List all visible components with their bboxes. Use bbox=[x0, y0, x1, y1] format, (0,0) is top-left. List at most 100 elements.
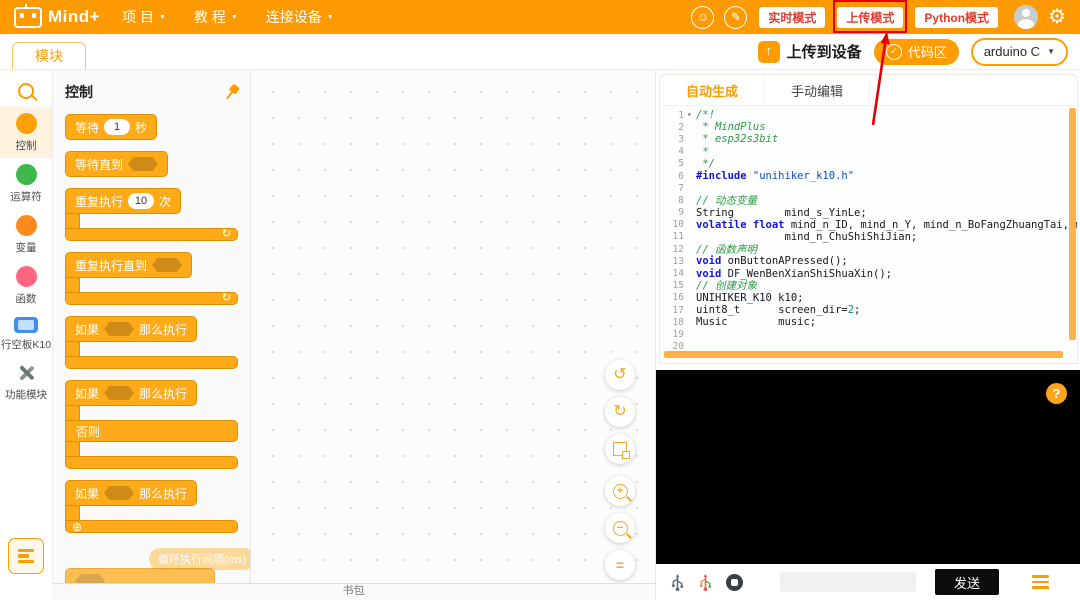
zoom-out-icon: − bbox=[612, 520, 628, 536]
mindplus-logo[interactable]: Mind+ bbox=[14, 3, 101, 28]
tab-modules[interactable]: 模块 bbox=[12, 42, 86, 69]
realtime-mode-button[interactable]: 实时模式 bbox=[759, 6, 826, 28]
search-button[interactable] bbox=[18, 70, 34, 107]
code-area-label: 代码区 bbox=[907, 45, 947, 60]
block-repeat-until[interactable]: 重复执行直到 ↻ bbox=[65, 252, 238, 305]
mindplus-window: Mind+ 项 目 ▼ 教 程 ▼ 连接设备 ▼ ☺ ✎ 实时模式 上传模式 P… bbox=[0, 0, 1080, 600]
code-vertical-scrollbar[interactable] bbox=[1069, 108, 1076, 340]
screenshot-icon bbox=[613, 442, 630, 459]
code-line: 10 volatile float mind_n_ID, mind_n_Y, mi… bbox=[672, 218, 1077, 231]
condition-slot[interactable] bbox=[128, 157, 159, 171]
tab-auto-generate[interactable]: 自动生成 bbox=[660, 75, 765, 105]
condition-slot[interactable] bbox=[104, 322, 135, 336]
help-button[interactable]: ? bbox=[1046, 383, 1067, 404]
serial-send-input[interactable] bbox=[780, 572, 916, 592]
upload-mode-button[interactable]: 上传模式 bbox=[833, 0, 908, 33]
code-line: 9 String mind_s_YinLe; bbox=[678, 206, 867, 219]
sidebar-item-operators[interactable]: 运算符 bbox=[0, 158, 52, 209]
menu-connect-device[interactable]: 连接设备 ▼ bbox=[266, 7, 334, 27]
undo-button[interactable]: ↺ bbox=[605, 360, 635, 390]
code-line: 19 bbox=[672, 328, 684, 340]
toolbar: 模块 ↑ 上传到设备 ✓ 代码区 arduino C ▼ bbox=[0, 34, 1080, 70]
code-area-button[interactable]: ✓ 代码区 bbox=[873, 38, 959, 65]
menu-tutorial[interactable]: 教 程 ▼ bbox=[194, 7, 238, 27]
condition-slot[interactable] bbox=[104, 386, 135, 400]
code-lines: 1 ▾/*! 2 * MindPlus 3 * esp32s3bit 4 * 5 */6 #… bbox=[660, 109, 1077, 353]
zoom-out-button[interactable]: − bbox=[605, 513, 635, 543]
feedback-icon[interactable]: ☺ bbox=[691, 5, 715, 29]
logo-text: Mind+ bbox=[48, 7, 101, 26]
mindplus-robot-icon bbox=[14, 3, 42, 28]
undo-icon: ↺ bbox=[613, 366, 627, 383]
code-editor[interactable]: 1 ▾/*! 2 * MindPlus 3 * esp32s3bit 4 * 5 */6 #… bbox=[660, 106, 1077, 359]
code-line: 1 ▾/*! bbox=[678, 109, 715, 122]
python-mode-button[interactable]: Python模式 bbox=[915, 6, 999, 28]
extension-blocks-icon bbox=[18, 548, 34, 553]
code-line: 5 */ bbox=[678, 157, 715, 170]
upload-to-device-button[interactable]: ↑ 上传到设备 bbox=[757, 40, 862, 63]
operators-category-icon bbox=[15, 164, 37, 185]
expand-plus-icon[interactable]: ⊕ bbox=[72, 521, 82, 533]
condition-slot[interactable] bbox=[104, 486, 135, 500]
block-repeat-times[interactable]: 重复执行 10 次 ↻ bbox=[65, 188, 238, 241]
sidebar-item-unihiker-k10[interactable]: 行空板K10 bbox=[0, 311, 52, 357]
settings-gear-icon[interactable]: ⚙ bbox=[1048, 7, 1066, 27]
menu-connect-device-label: 连接设备 bbox=[265, 9, 322, 25]
upload-icon: ↑ bbox=[757, 40, 780, 63]
language-select[interactable]: arduino C ▼ bbox=[970, 37, 1068, 66]
number-input[interactable]: 1 bbox=[104, 119, 131, 135]
chevron-down-icon: ▼ bbox=[158, 13, 166, 21]
code-panel: 自动生成 手动编辑 1 ▾/*! 2 * MindPlus 3 * esp32s3bi… bbox=[659, 74, 1078, 364]
check-icon: ✓ bbox=[885, 43, 902, 60]
serial-monitor[interactable]: ? bbox=[656, 370, 1080, 564]
pin-icon[interactable] bbox=[221, 82, 241, 103]
backpack-label: 书包 bbox=[342, 585, 365, 597]
unihiker-k10-board-icon bbox=[14, 317, 38, 333]
code-line: 6 #include "unihiker_k10.h" bbox=[678, 170, 855, 183]
chevron-down-icon: ▼ bbox=[326, 13, 334, 21]
palette-header: 控制 bbox=[65, 82, 238, 102]
block-if-then-2[interactable]: 如果 那么执行 ⊕ bbox=[65, 480, 238, 533]
send-button[interactable]: 发送 bbox=[935, 569, 999, 595]
workspace-canvas[interactable]: ↺ ↻ + − = bbox=[251, 70, 655, 600]
firmware-flash-icon[interactable] bbox=[698, 573, 713, 592]
condition-slot[interactable] bbox=[152, 258, 183, 272]
sidebar-item-function-modules[interactable]: 功能模块 bbox=[0, 357, 52, 407]
tools-icon bbox=[16, 363, 36, 383]
code-line: 2 * MindPlus bbox=[678, 121, 766, 134]
block-wait-until[interactable]: 等待直到 bbox=[65, 151, 169, 177]
scroll-lock-icon[interactable] bbox=[726, 573, 743, 591]
screenshot-button[interactable] bbox=[605, 434, 635, 464]
zoom-in-button[interactable]: + bbox=[605, 476, 635, 506]
menu-project[interactable]: 项 目 ▼ bbox=[122, 7, 166, 27]
sidebar-item-control[interactable]: 控制 bbox=[0, 107, 52, 158]
backpack-bar[interactable]: 书包 bbox=[52, 583, 655, 600]
code-tabs: 自动生成 手动编辑 bbox=[660, 75, 1077, 106]
main-area: 控制 运算符 变量 函数 行空板K10 功能模块 控制 等待 1 秒 等待直到 … bbox=[0, 70, 1080, 600]
loop-arrow-icon: ↻ bbox=[221, 228, 231, 240]
sidebar-item-variables[interactable]: 变量 bbox=[0, 209, 52, 260]
code-line: 16 UNIHIKER_K10 k10; bbox=[672, 291, 804, 304]
category-sidebar: 控制 运算符 变量 函数 行空板K10 功能模块 bbox=[0, 70, 53, 600]
block-if-then[interactable]: 如果 那么执行 bbox=[65, 316, 238, 369]
number-input[interactable]: 10 bbox=[128, 193, 155, 209]
avatar[interactable] bbox=[1014, 5, 1039, 29]
zoom-reset-button[interactable]: = bbox=[605, 550, 635, 580]
code-horizontal-scrollbar[interactable] bbox=[664, 351, 1063, 358]
usb-connect-icon[interactable] bbox=[670, 573, 685, 592]
block-palette: 控制 等待 1 秒 等待直到 重复执行 10 次 ↻ 重复执行直到 ↻ 如果 那… bbox=[53, 70, 251, 600]
menu-bar: 项 目 ▼ 教 程 ▼ 连接设备 ▼ bbox=[122, 7, 334, 27]
redo-button[interactable]: ↻ bbox=[605, 397, 635, 427]
edit-survey-icon[interactable]: ✎ bbox=[724, 5, 748, 29]
ghost-block: 循环执行间隔(ms) bbox=[149, 548, 250, 570]
serial-menu-icon[interactable] bbox=[1032, 575, 1049, 589]
sidebar-item-functions[interactable]: 函数 bbox=[0, 260, 52, 311]
tab-manual-edit[interactable]: 手动编辑 bbox=[765, 75, 870, 105]
block-if-then-else[interactable]: 如果 那么执行 否则 bbox=[65, 380, 238, 469]
right-panel: 自动生成 手动编辑 1 ▾/*! 2 * MindPlus 3 * esp32s3bi… bbox=[655, 70, 1080, 600]
search-icon bbox=[18, 83, 34, 99]
extensions-button[interactable] bbox=[8, 538, 44, 574]
code-line: 8// 动态变量 bbox=[678, 194, 757, 207]
block-wait[interactable]: 等待 1 秒 bbox=[65, 114, 158, 140]
zoom-reset-icon: = bbox=[615, 557, 625, 573]
